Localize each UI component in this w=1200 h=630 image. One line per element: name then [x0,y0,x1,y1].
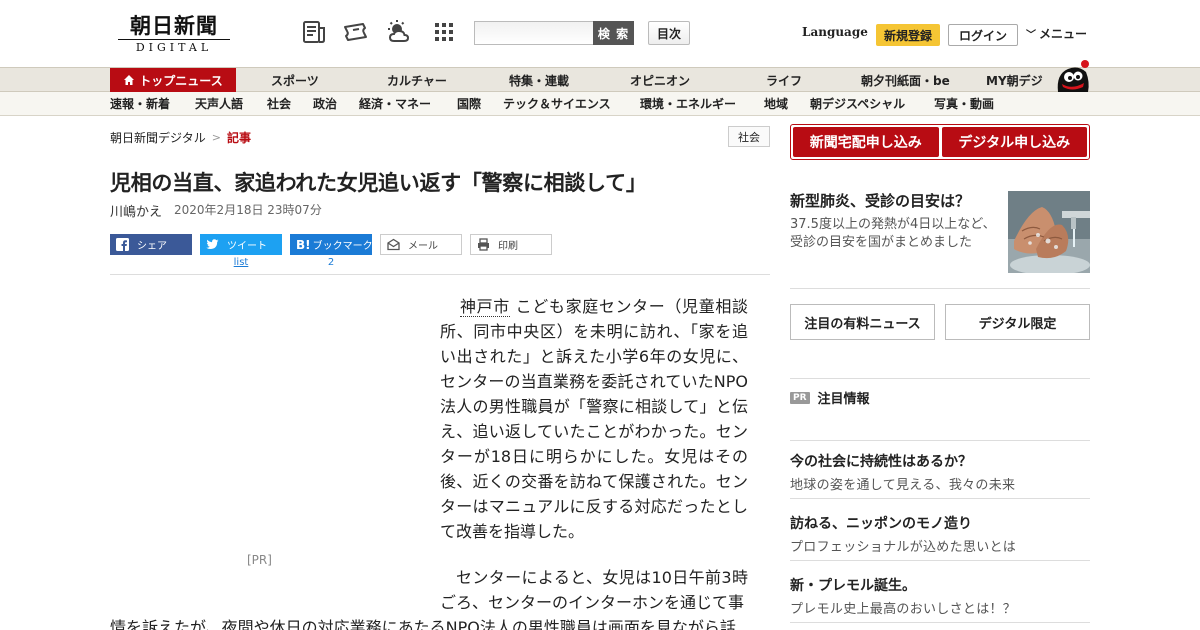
hatena-bookmark-label: ブックマーク [312,241,373,252]
nav-special[interactable]: 朝デジスペシャル [810,92,905,115]
sidebar-divider [790,440,1090,441]
site-logo[interactable]: 朝日新聞 DIGITAL [118,14,230,54]
mail-share-label: メール [408,241,438,252]
facebook-icon [116,238,129,251]
nav-society[interactable]: 社会 [267,92,291,115]
secondary-nav: 速報・新着 天声人語 社会 政治 経済・マネー 国際 テック＆サイエンス 環境・… [0,92,1200,116]
hatena-bookmark-button[interactable]: B! ブックマーク [290,234,373,255]
promo-description[interactable]: 37.5度以上の発熱が4日以上など、受診の目安を国がまとめました [790,216,1005,252]
sidebar-divider [790,622,1090,623]
home-icon [124,75,135,85]
printer-icon [478,238,489,251]
digital-only-button[interactable]: デジタル限定 [945,304,1090,340]
chevron-down-icon: ﹀ [1026,30,1036,41]
nav-breaking[interactable]: 速報・新着 [110,92,170,115]
mail-share-button[interactable]: メール [380,234,462,255]
author-name: 川嶋かえ [110,205,163,220]
nav-culture[interactable]: カルチャー [387,68,447,92]
pr-item-title[interactable]: 新・プレモル誕生。 [790,575,916,595]
subscribe-paper-button[interactable]: 新聞宅配申し込み [793,127,939,157]
nav-international[interactable]: 国際 [457,92,481,115]
sidebar-divider [790,378,1090,379]
nav-photo-video[interactable]: 写真・動画 [934,92,994,115]
article-paragraph-2-continued: 情を訴えたが、夜間や休日の対応業務にあたるNPO法人の男性職員は画面を見ながら話 [110,618,736,630]
pr-item-description[interactable]: 地球の姿を通して見える、我々の未来 [790,474,1015,493]
menu-button[interactable]: ﹀ メニュー [1026,25,1087,42]
article-divider [110,274,770,275]
nav-sports[interactable]: スポーツ [271,68,319,92]
nav-opinion[interactable]: オピニオン [630,68,690,92]
promo-title[interactable]: 新型肺炎、受診の目安は？ [790,190,970,211]
nav-politics[interactable]: 政治 [313,92,337,115]
nav-top-news-label: トップニュース [139,73,223,88]
nav-life[interactable]: ライフ [766,68,802,92]
ad-label: [PR] [247,553,272,567]
print-button[interactable]: 印刷 [470,234,552,255]
twitter-icon [206,239,219,249]
category-tag[interactable]: 社会 [728,126,770,147]
pr-item-description[interactable]: プレモル史上最高のおいしさとは！？ [790,598,1016,617]
breadcrumb-current: 記事 [226,131,251,145]
signup-button[interactable]: 新規登録 [876,24,940,46]
pr-heading-label: 注目情報 [817,392,870,407]
twitter-share-label: ツイート [227,241,267,252]
sidebar-divider [790,498,1090,499]
ticket-icon[interactable] [342,18,370,46]
sidebar-divider [790,288,1090,289]
twitter-count[interactable]: list [200,257,282,268]
breadcrumb-separator: > [211,131,221,144]
twitter-share-button[interactable]: ツイート [200,234,282,255]
nav-region[interactable]: 地域 [764,92,788,115]
logo-rule [118,39,230,40]
paid-news-button[interactable]: 注目の有料ニュース [790,304,935,340]
promo-image-handwashing[interactable] [1008,191,1090,273]
toc-button[interactable]: 目次 [648,21,690,45]
breadcrumb-home[interactable]: 朝日新聞デジタル [110,129,206,146]
logo-sub-text: DIGITAL [135,41,213,54]
article-paragraph-2: センターによると、女児は10日午前3時ごろ、センターのインターホンを通じて事 [440,568,748,612]
nav-top-news[interactable]: トップニュース [110,68,236,92]
subscribe-group: 新聞宅配申し込み デジタル申し込み [790,124,1090,160]
pr-item-title[interactable]: 今の社会に持続性はあるか？ [790,451,972,471]
pr-item-description[interactable]: プロフェッショナルが込めた思いとは [790,536,1016,555]
site-header: 朝日新聞 DIGITAL 検 索 目次 Language 新規登録 ログイン ﹀… [0,0,1200,67]
print-label: 印刷 [498,241,518,252]
login-button[interactable]: ログイン [948,24,1018,46]
pr-badge: PR [790,391,810,404]
paragraph-1-text: こども家庭センター（児童相談所、同市中央区）を未明に訪れ、「家を追い出された」と… [440,297,748,541]
nav-my-asadigi[interactable]: MY朝デジ [986,68,1043,92]
subscribe-digital-button[interactable]: デジタル申し込み [941,127,1087,157]
nav-tensei-jingo[interactable]: 天声人語 [195,92,243,115]
search-input[interactable] [474,21,594,45]
place-link[interactable]: 神戸市 [460,297,510,317]
mail-icon [387,238,400,251]
hatena-icon: B! [296,237,311,252]
article-headline: 児相の当直、家追われた女児追い返す「警察に相談して」 [110,171,647,195]
facebook-share-label: シェア [137,241,167,252]
byline: 川嶋かえ 2020年2月18日 23時07分 [110,201,322,220]
menu-label: メニュー [1039,27,1088,41]
nav-paper-edition[interactable]: 朝夕刊紙面・be [861,68,950,92]
logo-main-text: 朝日新聞 [130,13,218,38]
search-button[interactable]: 検 索 [593,21,634,45]
nav-features[interactable]: 特集・連載 [509,68,569,92]
facebook-share-button[interactable]: シェア [110,234,192,255]
pr-heading: PR 注目情報 [790,388,870,407]
nav-tech-science[interactable]: テック＆サイエンス [503,92,611,115]
sidebar-divider [790,560,1090,561]
publish-date: 2020年2月18日 23時07分 [174,203,322,217]
nav-economy[interactable]: 経済・マネー [359,92,431,115]
language-link[interactable]: Language [802,25,868,39]
weather-icon[interactable] [385,18,413,46]
article-paragraph-1: 神戸市 こども家庭センター（児童相談所、同市中央区）を未明に訪れ、「家を追い出さ… [440,294,748,544]
grid-icon[interactable] [430,18,458,46]
nav-environment[interactable]: 環境・エネルギー [640,92,736,115]
breadcrumb: 朝日新聞デジタル > 記事 [110,129,251,146]
primary-nav: トップニュース スポーツ カルチャー 特集・連載 オピニオン ライフ 朝夕刊紙面… [0,67,1200,92]
mascot-icon[interactable] [1054,58,1090,92]
hatena-count[interactable]: 2 [290,257,372,268]
pr-item-title[interactable]: 訪ねる、ニッポンのモノ造り [790,513,972,533]
newspaper-icon[interactable] [300,18,328,46]
